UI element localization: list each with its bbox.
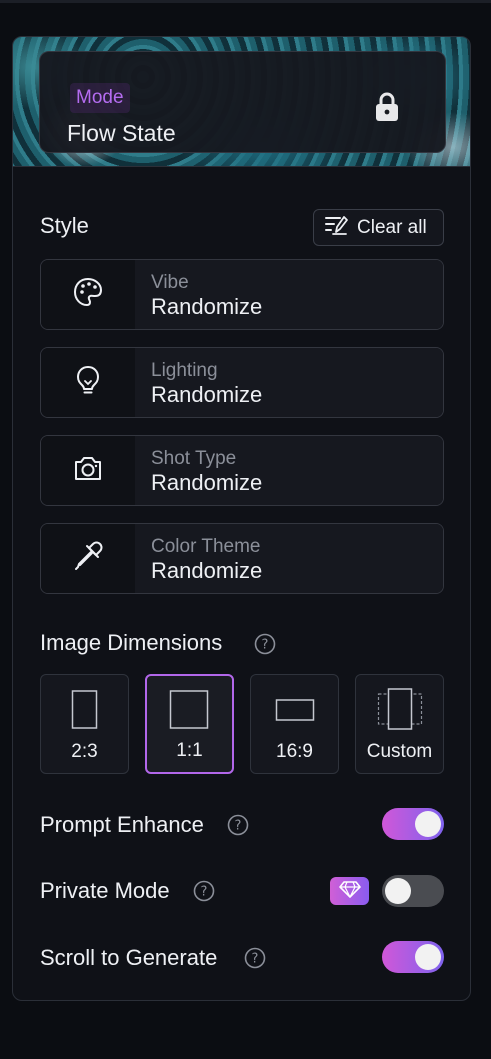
scroll-to-generate-label: Scroll to Generate: [40, 945, 218, 970]
clear-all-label: Clear all: [357, 216, 427, 238]
camera-icon: [72, 453, 104, 488]
palette-icon: [72, 276, 104, 313]
settings-panel: Mode Flow State Style Clear all Vibe Ran…: [12, 36, 471, 1001]
scroll-to-generate-toggle[interactable]: [382, 941, 444, 973]
style-option-shot-type[interactable]: Shot Type Randomize: [40, 435, 444, 506]
style-title: Style: [40, 213, 89, 238]
prompt-enhance-label: Prompt Enhance: [40, 812, 204, 837]
help-icon[interactable]: ?: [244, 947, 266, 969]
custom-ratio-icon: [377, 688, 423, 730]
style-option-lighting[interactable]: Lighting Randomize: [40, 347, 444, 418]
style-option-color-theme[interactable]: Color Theme Randomize: [40, 523, 444, 594]
prompt-enhance-toggle[interactable]: [382, 808, 444, 840]
ratio-2-3-button[interactable]: 2:3: [40, 674, 129, 774]
premium-badge: [330, 877, 369, 905]
help-icon[interactable]: ?: [193, 880, 215, 902]
toggle-knob: [385, 878, 411, 904]
style-option-value: Randomize: [151, 470, 263, 495]
svg-text:?: ?: [235, 819, 242, 834]
svg-text:?: ?: [201, 885, 208, 900]
ratio-label: 16:9: [276, 741, 313, 762]
mode-label: Mode: [70, 83, 130, 113]
style-option-vibe[interactable]: Vibe Randomize: [40, 259, 444, 330]
ratio-label: 2:3: [71, 741, 98, 762]
clear-filter-icon: [324, 213, 350, 243]
toggle-knob: [415, 811, 441, 837]
square-ratio-icon: [169, 690, 209, 729]
svg-text:?: ?: [252, 952, 259, 967]
eyedropper-icon: [72, 540, 104, 577]
landscape-ratio-icon: [275, 699, 315, 721]
help-icon[interactable]: ?: [254, 633, 276, 655]
diamond-icon: [338, 880, 361, 903]
style-option-label: Color Theme: [151, 536, 261, 557]
mode-card[interactable]: Mode Flow State: [39, 51, 446, 153]
help-icon[interactable]: ?: [227, 814, 249, 836]
style-option-label: Shot Type: [151, 448, 237, 469]
ratio-custom-button[interactable]: Custom: [355, 674, 444, 774]
style-option-value: Randomize: [151, 382, 263, 407]
style-option-label: Lighting: [151, 360, 218, 381]
ratio-1-1-button[interactable]: 1:1: [145, 674, 234, 774]
style-option-value: Randomize: [151, 294, 263, 319]
clear-all-button[interactable]: Clear all: [313, 209, 444, 246]
private-mode-toggle[interactable]: [382, 875, 444, 907]
ratio-label: 1:1: [176, 740, 203, 761]
top-divider: [0, 0, 491, 3]
private-mode-label: Private Mode: [40, 878, 170, 903]
portrait-ratio-icon: [71, 690, 98, 729]
toggle-knob: [415, 944, 441, 970]
style-option-value: Randomize: [151, 558, 263, 583]
image-dimensions-title: Image Dimensions: [40, 630, 223, 655]
svg-text:?: ?: [262, 638, 269, 653]
ratio-16-9-button[interactable]: 16:9: [250, 674, 339, 774]
lightbulb-icon: [74, 364, 102, 401]
ratio-label: Custom: [366, 741, 433, 762]
mode-value: Flow State: [67, 120, 176, 146]
lock-icon[interactable]: [374, 91, 400, 123]
style-option-label: Vibe: [151, 272, 189, 293]
